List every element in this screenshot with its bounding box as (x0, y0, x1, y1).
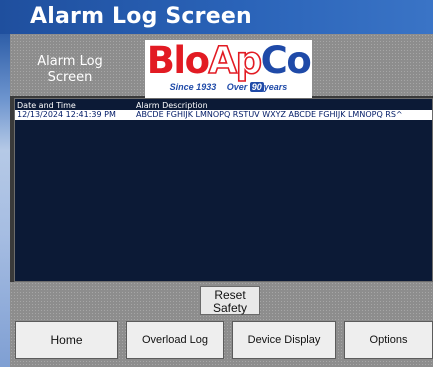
logo-since: Since 1933 (169, 82, 217, 92)
device-display-button[interactable]: Device Display (232, 321, 336, 359)
page-title: Alarm Log Screen (30, 4, 252, 29)
company-logo: BloApCo Since 1933 Over 90 years (145, 40, 312, 98)
left-decor-strip (0, 34, 10, 367)
reset-safety-button[interactable]: Reset Safety (200, 286, 260, 315)
alarm-log-table[interactable]: Date and Time Alarm Description 12/13/20… (14, 98, 433, 282)
logo-part3: Co (260, 39, 312, 82)
logo-part2: Ap (208, 39, 263, 82)
logo-over-pre: Over (226, 82, 248, 92)
table-row[interactable]: 12/13/2024 12:41:39 PM ABCDE FGHIJK LMNO… (15, 110, 432, 120)
screen-label: Alarm Log Screen (20, 54, 120, 86)
main-panel: Alarm Log Screen BloApCo Since 1933 Over… (10, 34, 433, 367)
logo-part1: Blo (146, 39, 210, 82)
bottom-controls: Reset Safety Home Overload Log Device Di… (10, 282, 433, 367)
table-header: Date and Time Alarm Description (17, 101, 432, 110)
col-header-date-time: Date and Time (17, 101, 76, 110)
home-button[interactable]: Home (15, 321, 118, 359)
col-header-description: Alarm Description (136, 101, 208, 110)
options-button[interactable]: Options (344, 321, 433, 359)
header-area: Alarm Log Screen BloApCo Since 1933 Over… (10, 34, 433, 98)
logo-wordmark: BloApCo (145, 39, 312, 82)
overload-log-button[interactable]: Overload Log (126, 321, 224, 359)
logo-over: Over 90 years (226, 82, 288, 92)
row-description: ABCDE FGHIJK LMNOPQ RSTUV WXYZ ABCDE FGH… (136, 110, 403, 119)
screen-label-line2: Screen (47, 70, 93, 85)
logo-over-num: 90 (249, 82, 264, 92)
screen-label-line1: Alarm Log (37, 54, 103, 69)
reset-label-line2: Safety (212, 301, 248, 315)
title-bar: Alarm Log Screen (0, 0, 433, 34)
logo-over-post: years (263, 82, 288, 92)
logo-tagline: Since 1933 Over 90 years (145, 82, 312, 92)
row-date-time: 12/13/2024 12:41:39 PM (17, 110, 116, 119)
